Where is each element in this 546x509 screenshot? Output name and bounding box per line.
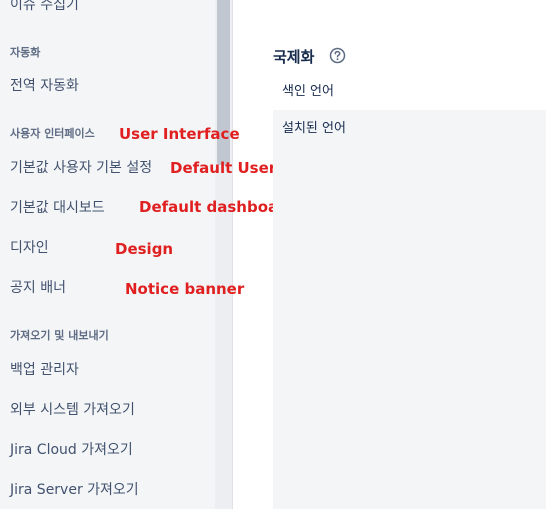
sidebar-item-jira-server-import[interactable]: Jira Server 가져오기 xyxy=(10,481,139,499)
admin-sidebar: 이슈 수집기 자동화 전역 자동화 사용자 인터페이스 기본값 사용자 기본 설… xyxy=(0,0,215,509)
sidebar-item-default-dashboard[interactable]: 기본값 대시보드 xyxy=(10,199,105,217)
sidebar-item-jira-cloud-import[interactable]: Jira Cloud 가져오기 xyxy=(10,441,133,459)
row-label-installed-languages: 설치된 언어 xyxy=(282,121,346,136)
question-circle-icon[interactable] xyxy=(329,47,346,64)
sidebar-item-global-automation[interactable]: 전역 자동화 xyxy=(10,77,79,95)
sidebar-item-default-user-preferences[interactable]: 기본값 사용자 기본 설정 xyxy=(10,159,152,177)
sidebar-item-external-system-import[interactable]: 외부 시스템 가져오기 xyxy=(10,401,135,419)
row-label-indexing-language: 색인 언어 xyxy=(282,84,334,99)
sidebar-heading-user-interface: 사용자 인터페이스 xyxy=(10,127,95,140)
sidebar-scrollbar[interactable] xyxy=(215,0,232,509)
sidebar-divider xyxy=(232,0,233,509)
annotation-design: Design xyxy=(115,240,174,258)
table-row: 색인 언어 xyxy=(273,74,546,110)
section-title-internationalization: 국제화 xyxy=(273,48,315,66)
sidebar-item-backup-manager[interactable]: 백업 관리자 xyxy=(10,361,79,379)
table-row: 설치된 언어 xyxy=(273,110,546,509)
sidebar-item-issue-collector[interactable]: 이슈 수집기 xyxy=(10,0,79,14)
sidebar-heading-automation: 자동화 xyxy=(10,46,41,59)
sidebar-item-design[interactable]: 디자인 xyxy=(10,239,49,257)
annotation-user-interface: User Interface xyxy=(119,125,240,143)
annotation-notice-banner: Notice banner xyxy=(125,280,245,298)
sidebar-item-notice-banner[interactable]: 공지 배너 xyxy=(10,279,66,297)
sidebar-heading-import-export: 가져오기 및 내보내기 xyxy=(10,329,109,342)
